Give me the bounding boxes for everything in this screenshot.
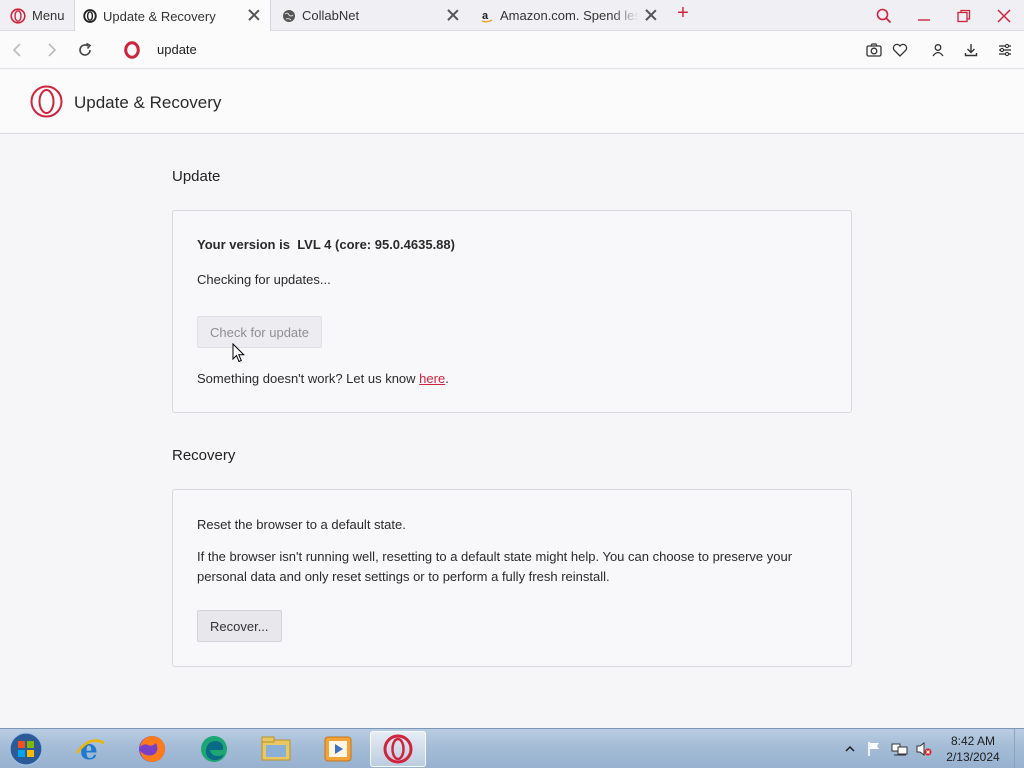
svg-text:e: e bbox=[80, 733, 98, 765]
tab-search-icon[interactable] bbox=[864, 0, 904, 31]
version-label: Your version is bbox=[197, 237, 290, 252]
account-icon[interactable] bbox=[928, 40, 948, 60]
windows-taskbar: e 8:42 AM 2/13/2024 bbox=[0, 728, 1024, 768]
menu-label: Menu bbox=[32, 8, 65, 23]
page-title: Update & Recovery bbox=[74, 93, 222, 112]
tab-title: Update & Recovery bbox=[103, 8, 216, 24]
feedback-line: Something doesn't work? Let us know here… bbox=[197, 371, 449, 386]
back-arrow-icon[interactable] bbox=[8, 40, 28, 60]
start-button[interactable] bbox=[6, 731, 48, 767]
recover-button[interactable]: Recover... bbox=[197, 610, 282, 642]
recovery-intro: Reset the browser to a default state. bbox=[197, 517, 406, 532]
easy-setup-icon[interactable] bbox=[995, 40, 1015, 60]
recovery-card: Reset the browser to a default state. If… bbox=[172, 489, 852, 667]
new-tab-plus-icon[interactable]: + bbox=[673, 3, 693, 24]
update-status: Checking for updates... bbox=[197, 272, 331, 287]
show-hidden-icons-icon[interactable] bbox=[843, 729, 857, 768]
show-desktop-button[interactable] bbox=[1014, 729, 1024, 768]
clock-date: 2/13/2024 bbox=[946, 750, 1000, 764]
recovery-section-title: Recovery bbox=[172, 447, 236, 464]
tab-close-icon[interactable] bbox=[645, 9, 659, 23]
recovery-description-line1: If the browser isn't running well, reset… bbox=[197, 549, 793, 564]
camera-icon[interactable] bbox=[864, 40, 884, 60]
opera-taskbar-icon[interactable] bbox=[370, 731, 426, 767]
forward-arrow-icon[interactable] bbox=[41, 40, 61, 60]
update-section-title: Update bbox=[172, 168, 221, 185]
feedback-text: Something doesn't work? Let us know bbox=[197, 371, 420, 386]
tab-collabnet[interactable]: CollabNet bbox=[274, 0, 469, 31]
opera-menu-button[interactable]: Menu bbox=[0, 0, 74, 31]
minimize-icon[interactable] bbox=[904, 0, 944, 31]
tab-title: CollabNet bbox=[302, 8, 360, 23]
restore-icon[interactable] bbox=[944, 0, 984, 31]
volume-muted-icon[interactable] bbox=[913, 729, 935, 768]
amazon-icon: a bbox=[481, 10, 493, 22]
svg-text:a: a bbox=[482, 10, 489, 22]
opera-logo-icon bbox=[30, 85, 63, 118]
heart-icon[interactable] bbox=[890, 40, 910, 60]
media-player-icon[interactable] bbox=[310, 731, 366, 767]
tab-close-icon[interactable] bbox=[447, 9, 461, 23]
reload-icon[interactable] bbox=[75, 40, 95, 60]
globe-icon bbox=[283, 9, 295, 22]
address-bar: update bbox=[0, 31, 1024, 69]
firefox-icon[interactable] bbox=[124, 731, 180, 767]
tab-title: Amazon.com. Spend less. Smile more. bbox=[500, 8, 639, 23]
version-line: Your version is LVL 4 (core: 95.0.4635.8… bbox=[197, 237, 455, 252]
download-icon[interactable] bbox=[961, 40, 981, 60]
opera-site-icon bbox=[124, 41, 140, 59]
clock-time: 8:42 AM bbox=[950, 734, 996, 748]
close-window-icon[interactable] bbox=[984, 0, 1024, 31]
version-value: LVL 4 (core: 95.0.4635.88) bbox=[297, 237, 455, 252]
opera-tab-icon bbox=[83, 9, 97, 23]
opera-logo-icon bbox=[10, 7, 26, 24]
system-clock[interactable]: 8:42 AM 2/13/2024 bbox=[936, 733, 1010, 765]
check-for-update-button[interactable]: Check for update bbox=[197, 316, 323, 348]
internet-explorer-icon[interactable]: e bbox=[62, 731, 118, 767]
tab-close-icon[interactable] bbox=[248, 9, 262, 23]
tab-amazon[interactable]: a Amazon.com. Spend less. Smile more. bbox=[472, 0, 667, 31]
update-card: Your version is LVL 4 (core: 95.0.4635.8… bbox=[172, 210, 852, 413]
feedback-end: . bbox=[445, 371, 449, 386]
recovery-description-line2: personal data and only reset settings or… bbox=[197, 569, 610, 584]
page-header: Update & Recovery bbox=[0, 70, 1024, 134]
tab-update-recovery[interactable]: Update & Recovery bbox=[74, 0, 271, 32]
tab-strip: Menu Update & Recovery CollabNet a Amazo… bbox=[0, 0, 1024, 32]
edge-icon[interactable] bbox=[186, 731, 242, 767]
feedback-link[interactable]: here bbox=[419, 371, 445, 386]
url-field[interactable]: update bbox=[157, 42, 197, 57]
network-icon[interactable] bbox=[889, 729, 911, 768]
mouse-cursor-icon bbox=[232, 343, 246, 363]
file-explorer-icon[interactable] bbox=[248, 731, 304, 767]
action-center-flag-icon[interactable] bbox=[864, 729, 884, 768]
